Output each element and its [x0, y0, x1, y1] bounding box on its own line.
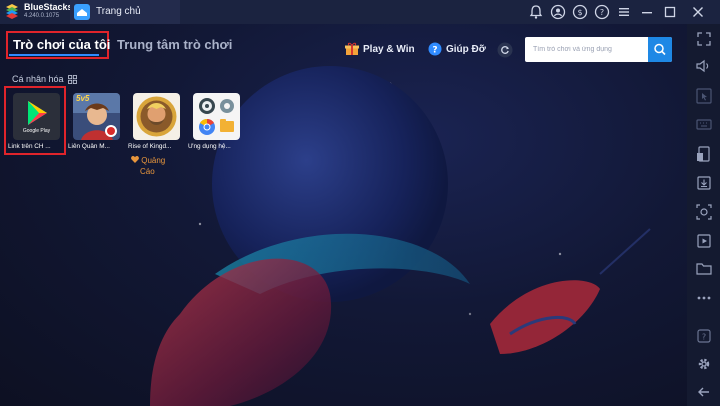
search-input[interactable]: [525, 37, 648, 62]
tab-my-games-label: Trò chơi của tôi: [13, 37, 111, 52]
help-button[interactable]: ? Giúp Đỡ: [428, 42, 488, 58]
settings-icon[interactable]: [694, 354, 714, 374]
customize-icon[interactable]: [68, 75, 77, 84]
fullscreen-icon[interactable]: [694, 29, 714, 49]
bluestacks-logo: [6, 4, 18, 19]
keyboard-icon[interactable]: [694, 114, 714, 134]
app-version: 4.240.0.1075: [24, 13, 60, 19]
svg-text:?: ?: [600, 8, 604, 17]
right-sidebar: ?: [687, 24, 720, 406]
ad-label-line1: Quảng: [141, 156, 166, 165]
cursor-icon[interactable]: [694, 86, 714, 106]
help-icon[interactable]: ?: [592, 2, 612, 22]
ad-badge: Quảng Cáo: [131, 155, 165, 177]
ad-label-line2: Cáo: [140, 167, 155, 176]
google-play-icon: Google Play: [13, 93, 60, 140]
coin-icon[interactable]: $: [570, 2, 590, 22]
title-bar: BlueStacks 4.240.0.1075 Trang chủ $ ?: [0, 0, 720, 24]
lien-quan-icon: 5v5: [73, 93, 120, 140]
system-apps-icon: [193, 93, 240, 140]
screenshot-icon[interactable]: [694, 173, 714, 193]
refresh-icon[interactable]: [497, 42, 513, 58]
tab-home[interactable]: Trang chủ: [70, 0, 180, 24]
back-icon[interactable]: [694, 382, 714, 402]
app-name: BlueStacks: [24, 2, 73, 12]
rise-of-kingdoms-icon: [133, 93, 180, 140]
play-win-button[interactable]: Play & Win: [345, 42, 420, 58]
active-tab-underline: [9, 54, 99, 56]
app-label: Link trên CH ...: [8, 143, 51, 150]
heart-icon: [131, 156, 139, 163]
app-label: Liên Quân M...: [68, 143, 110, 150]
svg-text:?: ?: [702, 333, 706, 342]
maximize-icon[interactable]: [660, 2, 680, 22]
lien-quan-text: 5v5: [76, 94, 90, 103]
install-apk-icon[interactable]: [694, 144, 714, 164]
svg-text:?: ?: [432, 46, 437, 56]
app-label: Ứng dụng hệ...: [188, 143, 231, 150]
search-box: [525, 37, 672, 62]
minimize-icon[interactable]: [637, 2, 657, 22]
main-content: Trò chơi của tôi Trung tâm trò chơi Play…: [0, 24, 687, 406]
play-win-label: Play & Win: [363, 44, 415, 55]
menu-icon[interactable]: [614, 2, 634, 22]
camera-icon[interactable]: [694, 202, 714, 222]
video-icon[interactable]: [694, 231, 714, 251]
help-circle-icon: ?: [428, 42, 442, 56]
folder-icon[interactable]: [694, 259, 714, 279]
search-icon: [654, 43, 666, 56]
tab-label: Trang chủ: [96, 6, 141, 17]
google-play-text: Google Play: [22, 128, 51, 134]
gift-icon: [345, 42, 359, 55]
home-tab-icon: [74, 4, 90, 20]
svg-text:$: $: [577, 8, 582, 17]
user-icon[interactable]: [548, 2, 568, 22]
more-icon[interactable]: [694, 288, 714, 308]
help-label: Giúp Đỡ: [446, 44, 486, 55]
bell-icon[interactable]: [526, 2, 546, 22]
close-icon[interactable]: [688, 2, 708, 22]
sidebar-help-icon[interactable]: ?: [694, 326, 714, 346]
background-art: [150, 66, 651, 406]
app-label: Rise of Kingd...: [128, 143, 172, 150]
volume-icon[interactable]: [694, 56, 714, 76]
tab-game-center[interactable]: Trung tâm trò chơi: [117, 37, 232, 52]
search-button[interactable]: [648, 37, 672, 62]
section-title: Cá nhân hóa: [12, 74, 64, 84]
